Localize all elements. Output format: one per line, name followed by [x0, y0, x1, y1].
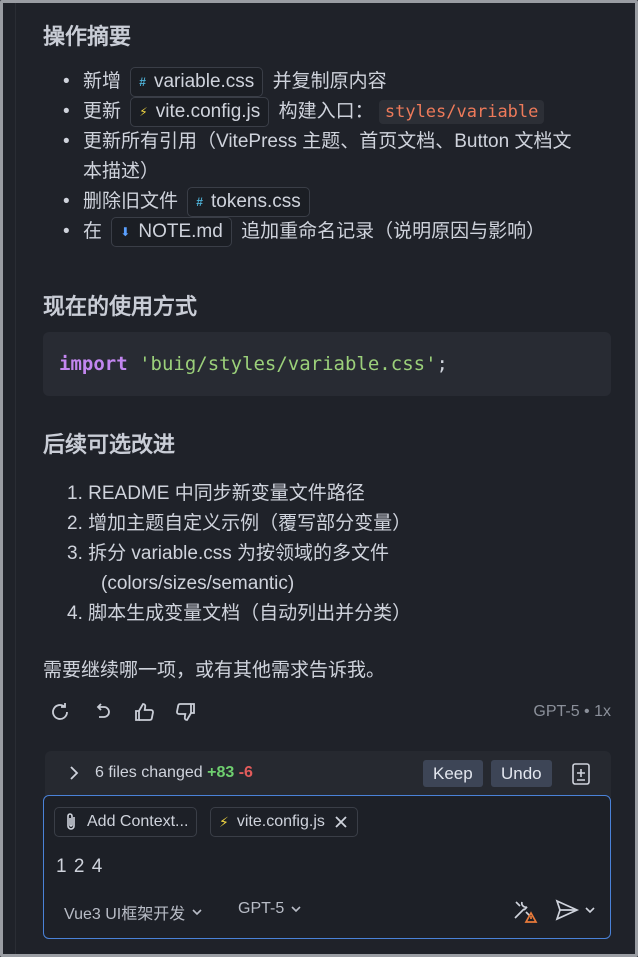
file-name: NOTE.md [138, 221, 223, 243]
context-file-name: vite.config.js [236, 813, 325, 830]
file-chip-vite-config[interactable]: ⚡ vite.config.js [130, 97, 270, 128]
next-steps-list: 1. README 中同步新变量文件路径 2. 增加主题自定义示例（覆写部分变量… [43, 479, 603, 629]
file-name: vite.config.js [155, 101, 261, 123]
mode-label: Vue3 UI框架开发 [64, 906, 186, 923]
input-toolbar: Vue3 UI框架开发 GPT-5 [44, 896, 610, 926]
list-item: 4. 脚本生成变量文档（自动列出并分类） [67, 603, 412, 624]
mode-dropdown[interactable]: Vue3 UI框架开发 [64, 900, 203, 924]
file-chip-variable-css[interactable]: # variable.css [130, 67, 264, 97]
close-icon [335, 816, 347, 828]
file-name: tokens.css [210, 191, 301, 213]
list-text: 新增 [83, 71, 122, 93]
list-item: 1. README 中同步新变量文件路径 [67, 483, 365, 504]
context-file-chip[interactable]: ⚡ vite.config.js [210, 807, 358, 837]
model-label: GPT-5 [238, 900, 285, 917]
list-text: 本描述） [83, 161, 160, 183]
add-context-button[interactable]: Add Context... [54, 807, 198, 837]
list-text: 并复制原内容 [272, 71, 387, 93]
list-text: 追加重命名记录（说明原因与影响） [241, 221, 546, 243]
code-punct: ; [436, 353, 448, 375]
message-input[interactable]: 1 2 4 [56, 856, 103, 878]
code-keyword: import [59, 353, 128, 375]
undo-button[interactable]: Undo [491, 760, 552, 787]
file-chip-note-md[interactable]: ⬇ NOTE.md [111, 217, 232, 248]
lines-removed: -6 [238, 764, 253, 781]
chat-panel: 操作摘要 新增 # variable.css 并复制原内容 更新 ⚡ vite.… [0, 0, 638, 957]
undo-response-button[interactable] [85, 695, 119, 729]
section-title-next: 后续可选改进 [43, 432, 176, 457]
summary-list: 新增 # variable.css 并复制原内容 更新 ⚡ vite.confi… [43, 67, 613, 247]
thumbs-up-icon [135, 703, 154, 721]
refresh-icon [52, 703, 68, 720]
lines-added: +83 [207, 764, 235, 781]
model-info: GPT-5 • 1x [533, 703, 611, 720]
markdown-file-icon: ⬇ [120, 225, 131, 240]
list-text: 更新所有引用（VitePress 主题、首页文档、Button 文档文 [83, 131, 572, 153]
list-text: (colors/sizes/semantic) [101, 573, 295, 594]
closing-question: 需要继续哪一项，或有其他需求告诉我。 [43, 660, 386, 681]
response-actions: GPT-5 • 1x [43, 695, 611, 729]
chevron-right-icon [70, 766, 79, 780]
keep-button[interactable]: Keep [423, 760, 483, 787]
list-item: 新增 # variable.css 并复制原内容 [63, 67, 613, 97]
list-text: 3. 拆分 variable.css 为按领域的多文件 [67, 543, 389, 564]
list-item: 在 ⬇ NOTE.md 追加重命名记录（说明原因与影响） [63, 217, 613, 248]
inline-code: styles/variable [378, 100, 545, 125]
add-context-label: Add Context... [87, 813, 189, 830]
code-block: import 'buig/styles/variable.css'; [43, 332, 611, 396]
file-chip-tokens-css[interactable]: # tokens.css [187, 187, 310, 218]
list-item: 删除旧文件 # tokens.css [63, 187, 613, 218]
tools-button[interactable] [510, 896, 540, 926]
changes-bar: 6 files changed +83 -6 Keep Undo [45, 751, 611, 797]
list-item: 2. 增加主题自定义示例（覆写部分变量） [67, 513, 412, 534]
paperclip-icon [67, 813, 75, 830]
file-name: variable.css [153, 71, 255, 92]
section-title-summary: 操作摘要 [43, 24, 132, 49]
chat-input-box[interactable]: Add Context... ⚡ vite.config.js 1 2 4 Vu… [43, 795, 611, 939]
list-text: 构建入口： [278, 101, 374, 123]
list-text: 在 [83, 221, 103, 243]
undo-icon [96, 703, 110, 718]
thumbs-down-icon [176, 703, 195, 721]
list-item: 更新所有引用（VitePress 主题、首页文档、Button 文档文 本描述） [63, 127, 613, 187]
expand-changes-toggle[interactable] [67, 765, 81, 786]
thumbs-down-button[interactable] [169, 695, 203, 729]
list-text: 更新 [83, 101, 122, 123]
send-icon [555, 899, 580, 921]
remove-context-button[interactable] [333, 814, 349, 830]
chevron-down-icon[interactable] [584, 905, 596, 915]
chevron-down-icon [192, 909, 202, 916]
view-changes-button[interactable] [569, 761, 593, 792]
css-file-icon: # [139, 75, 146, 89]
tools-icon [514, 901, 538, 923]
changes-summary: 6 files changed +83 -6 [95, 764, 253, 782]
retry-button[interactable] [43, 695, 77, 729]
list-item: 更新 ⚡ vite.config.js 构建入口： styles/variabl… [63, 97, 613, 128]
code-string: 'buig/styles/variable.css' [139, 353, 437, 375]
list-text: 删除旧文件 [83, 191, 179, 213]
chevron-down-icon [291, 906, 301, 913]
document-icon [572, 763, 590, 785]
send-button[interactable] [554, 898, 596, 922]
bolt-icon: ⚡ [219, 813, 229, 830]
changes-label: 6 files changed [95, 764, 203, 781]
panel-divider [15, 3, 16, 954]
section-title-usage: 现在的使用方式 [43, 294, 198, 319]
css-file-icon: # [196, 195, 203, 210]
bolt-icon: ⚡ [139, 105, 148, 120]
thumbs-up-button[interactable] [127, 695, 161, 729]
list-item: 3. 拆分 variable.css 为按领域的多文件 (colors/size… [67, 539, 603, 599]
model-dropdown[interactable]: GPT-5 [238, 900, 302, 918]
